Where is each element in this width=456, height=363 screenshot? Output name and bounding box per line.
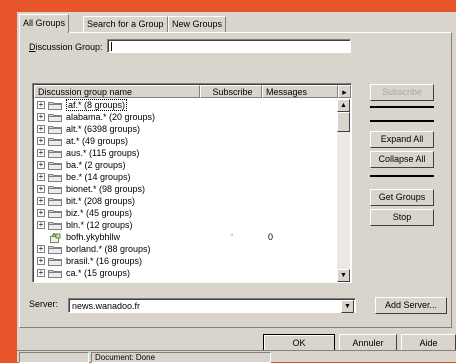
folder-icon	[48, 113, 62, 122]
server-value: news.wanadoo.fr	[72, 301, 141, 311]
newsgroup-icon	[50, 232, 61, 243]
message-count: 0	[268, 232, 274, 242]
group-row[interactable]: + bionet.* (98 groups)	[34, 184, 338, 194]
expand-all-button[interactable]: Expand All	[370, 131, 434, 148]
status-text: Document: Done	[91, 352, 271, 363]
group-name: bit.* (208 groups)	[66, 196, 136, 206]
separator	[370, 175, 434, 177]
subscribe-button[interactable]: Subscribe	[370, 84, 434, 101]
tab-search-for-group[interactable]: Search for a Group	[83, 16, 168, 33]
folder-icon	[48, 257, 62, 266]
column-header-messages[interactable]: Messages	[262, 85, 338, 98]
folder-icon	[48, 185, 62, 194]
folder-icon	[48, 125, 62, 134]
expand-plus-icon[interactable]: +	[37, 245, 45, 253]
scroll-thumb[interactable]	[337, 112, 350, 132]
get-groups-button[interactable]: Get Groups	[370, 189, 434, 206]
group-name: at.* (49 groups)	[66, 136, 129, 146]
group-name: af.* (8 groups)	[66, 99, 128, 111]
subscribe-mark[interactable]: °	[230, 232, 234, 242]
dropdown-arrow-icon[interactable]: ▼	[341, 300, 354, 313]
group-row[interactable]: + alt.* (6398 groups)	[34, 124, 338, 134]
stop-button[interactable]: Stop	[370, 209, 434, 226]
group-name: brasil.* (16 groups)	[66, 256, 143, 266]
expand-plus-icon[interactable]: +	[37, 209, 45, 217]
server-label: Server:	[29, 299, 59, 309]
expand-plus-icon[interactable]: +	[37, 269, 45, 277]
group-row[interactable]: + borland.* (88 groups)	[34, 244, 338, 254]
column-header-subscribe[interactable]: Subscribe	[200, 85, 262, 98]
add-server-button[interactable]: Add Server...	[375, 297, 447, 314]
group-name: biz.* (45 groups)	[66, 208, 133, 218]
group-name: ba.* (2 groups)	[66, 160, 126, 170]
separator	[370, 106, 434, 108]
folder-icon	[48, 209, 62, 218]
group-row[interactable]: + bit.* (208 groups)	[34, 196, 338, 206]
folder-icon	[48, 137, 62, 146]
status-bar: Document: Done	[17, 350, 456, 363]
group-name: bofh.ykybhllw	[66, 232, 121, 242]
folder-icon	[48, 197, 62, 206]
text-cursor	[111, 42, 112, 51]
expand-plus-icon[interactable]: +	[37, 221, 45, 229]
separator	[370, 120, 434, 122]
expand-plus-icon[interactable]: +	[37, 185, 45, 193]
expand-plus-icon[interactable]: +	[37, 197, 45, 205]
discussion-group-label: Discussion Group:	[29, 42, 103, 52]
folder-icon	[48, 269, 62, 278]
expand-plus-icon[interactable]: +	[37, 101, 45, 109]
group-row[interactable]: + ca.* (15 groups)	[34, 268, 338, 278]
expand-plus-icon[interactable]: +	[37, 125, 45, 133]
tab-panel-all-groups: Discussion Group: Discussion group name …	[19, 32, 452, 328]
folder-icon	[48, 221, 62, 230]
folder-icon	[48, 101, 62, 110]
server-select[interactable]: news.wanadoo.fr ▼	[68, 298, 356, 313]
discussion-group-input[interactable]	[107, 39, 351, 53]
tab-all-groups[interactable]: All Groups	[19, 14, 70, 33]
folder-icon	[48, 161, 62, 170]
scroll-down-arrow-icon[interactable]: ▼	[337, 269, 350, 282]
group-row[interactable]: + af.* (8 groups)	[34, 99, 338, 111]
group-row[interactable]: + at.* (49 groups)	[34, 136, 338, 146]
list-vertical-scrollbar[interactable]: ▲ ▼	[337, 99, 350, 282]
expand-plus-icon[interactable]: +	[37, 173, 45, 181]
expand-plus-icon[interactable]: +	[37, 257, 45, 265]
folder-icon	[48, 173, 62, 182]
group-row[interactable]: + be.* (14 groups)	[34, 172, 338, 182]
group-name: be.* (14 groups)	[66, 172, 131, 182]
group-row[interactable]: bofh.ykybhllw ° 0	[34, 232, 338, 243]
group-row[interactable]: + biz.* (45 groups)	[34, 208, 338, 218]
folder-icon	[48, 149, 62, 158]
subscribe-dialog: All Groups Search for a Group New Groups…	[17, 12, 456, 362]
group-name: alt.* (6398 groups)	[66, 124, 141, 134]
expand-plus-icon[interactable]: +	[37, 113, 45, 121]
folder-icon	[48, 245, 62, 254]
group-name: borland.* (88 groups)	[66, 244, 151, 254]
group-row[interactable]: + bln.* (12 groups)	[34, 220, 338, 230]
expand-plus-icon[interactable]: +	[37, 161, 45, 169]
expand-plus-icon[interactable]: +	[37, 137, 45, 145]
discussion-group-list[interactable]: Discussion group name Subscribe Messages…	[32, 83, 352, 283]
group-name: bionet.* (98 groups)	[66, 184, 146, 194]
collapse-all-button[interactable]: Collapse All	[370, 151, 434, 168]
group-name: aus.* (115 groups)	[66, 148, 140, 158]
group-row[interactable]: + alabama.* (20 groups)	[34, 112, 338, 122]
column-header-name[interactable]: Discussion group name	[34, 85, 200, 98]
expand-plus-icon[interactable]: +	[37, 149, 45, 157]
column-picker-button[interactable]: ▸	[338, 85, 351, 98]
group-name: ca.* (15 groups)	[66, 268, 131, 278]
group-row[interactable]: + aus.* (115 groups)	[34, 148, 338, 158]
status-cell-icon	[19, 352, 89, 363]
tab-new-groups[interactable]: New Groups	[168, 16, 227, 33]
group-name: alabama.* (20 groups)	[66, 112, 156, 122]
group-name: bln.* (12 groups)	[66, 220, 133, 230]
group-row[interactable]: + ba.* (2 groups)	[34, 160, 338, 170]
group-row[interactable]: + brasil.* (16 groups)	[34, 256, 338, 266]
scroll-up-arrow-icon[interactable]: ▲	[337, 99, 350, 112]
